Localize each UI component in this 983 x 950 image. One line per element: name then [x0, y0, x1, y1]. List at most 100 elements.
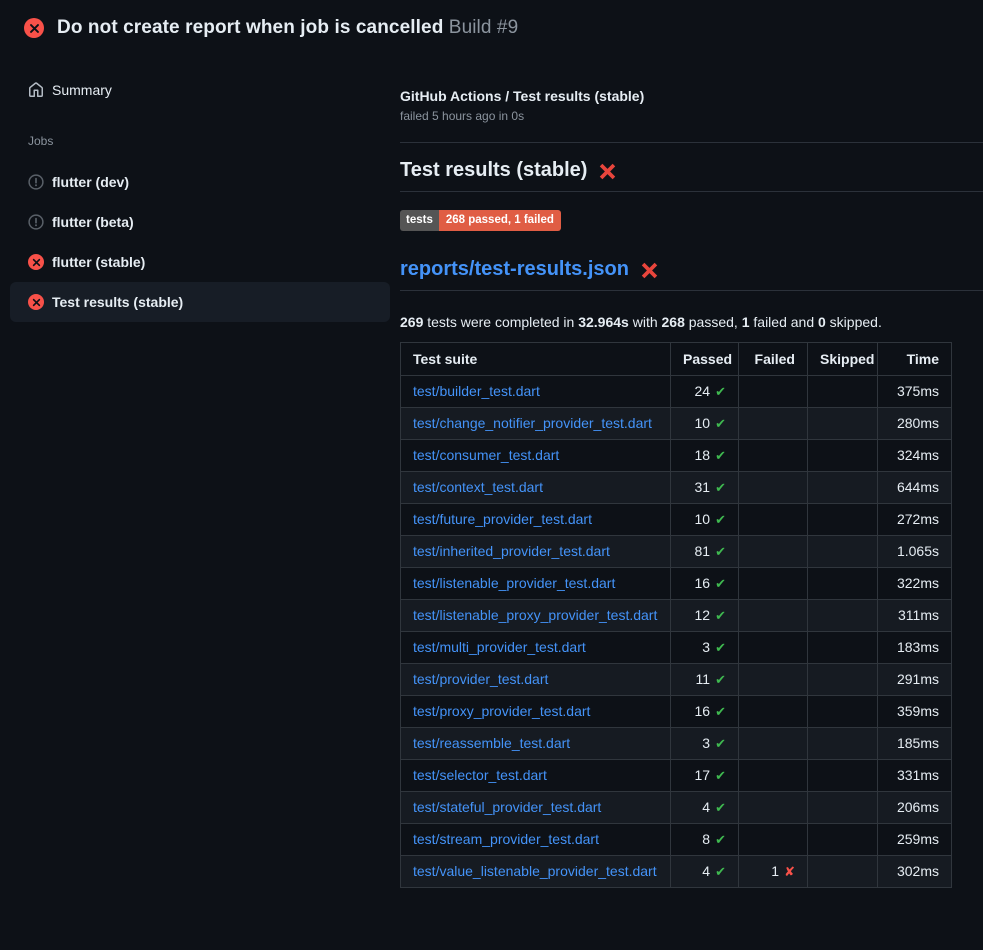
table-row: test/value_listenable_provider_test.dart… — [401, 855, 952, 887]
passed-cell: 10✔ — [671, 503, 739, 535]
time-cell: 311ms — [878, 599, 952, 631]
time-cell: 322ms — [878, 567, 952, 599]
time-cell: 1.065s — [878, 535, 952, 567]
failed-cell — [739, 695, 808, 727]
report-file-link[interactable]: reports/test-results.json — [400, 258, 629, 281]
skipped-cell — [808, 855, 878, 887]
jobs-section-label: Jobs — [0, 134, 400, 148]
sidebar: Summary Jobs flutter (dev) flutter (beta)… — [0, 56, 400, 322]
test-suite-link[interactable]: test/listenable_proxy_provider_test.dart — [413, 607, 657, 623]
app-root: Do not create report when job is cancell… — [0, 0, 983, 888]
time-cell: 183ms — [878, 631, 952, 663]
cross-mark-icon — [640, 261, 659, 280]
time-cell: 185ms — [878, 727, 952, 759]
test-suite-link[interactable]: test/listenable_provider_test.dart — [413, 575, 615, 591]
badge-label: tests — [400, 210, 439, 231]
page-title: Do not create report when job is cancell… — [57, 17, 518, 39]
failed-cell — [739, 823, 808, 855]
test-suite-link[interactable]: test/future_provider_test.dart — [413, 511, 592, 527]
sidebar-item-flutter-stable[interactable]: flutter (stable) — [10, 242, 390, 282]
failed-cell — [739, 503, 808, 535]
check-mark-icon: ✔ — [715, 608, 726, 623]
table-row: test/proxy_provider_test.dart16✔359ms — [401, 695, 952, 727]
table-header-row: Test suite Passed Failed Skipped Time — [401, 342, 952, 375]
suite-cell: test/stream_provider_test.dart — [401, 823, 671, 855]
check-mark-icon: ✔ — [715, 832, 726, 847]
run-name: Do not create report when job is cancell… — [57, 17, 443, 38]
column-header-failed: Failed — [739, 342, 808, 375]
time-cell: 359ms — [878, 695, 952, 727]
suite-cell: test/inherited_provider_test.dart — [401, 535, 671, 567]
check-mark-icon: ✔ — [715, 736, 726, 751]
test-suite-link[interactable]: test/consumer_test.dart — [413, 447, 559, 463]
test-suite-link[interactable]: test/provider_test.dart — [413, 671, 548, 687]
sidebar-item-flutter-dev[interactable]: flutter (dev) — [10, 162, 390, 202]
check-mark-icon: ✔ — [715, 544, 726, 559]
suite-cell: test/context_test.dart — [401, 471, 671, 503]
table-row: test/reassemble_test.dart3✔185ms — [401, 727, 952, 759]
test-suite-link[interactable]: test/builder_test.dart — [413, 383, 540, 399]
time-cell: 280ms — [878, 407, 952, 439]
test-suite-link[interactable]: test/proxy_provider_test.dart — [413, 703, 590, 719]
time-cell: 375ms — [878, 375, 952, 407]
section-heading: Test results (stable) — [400, 159, 983, 192]
sidebar-item-test-results-stable[interactable]: Test results (stable) — [10, 282, 390, 322]
check-mark-icon: ✔ — [715, 800, 726, 815]
check-mark-icon: ✔ — [715, 768, 726, 783]
table-row: test/inherited_provider_test.dart81✔1.06… — [401, 535, 952, 567]
suite-cell: test/provider_test.dart — [401, 663, 671, 695]
time-cell: 272ms — [878, 503, 952, 535]
check-mark-icon: ✔ — [715, 416, 726, 431]
passed-cell: 3✔ — [671, 631, 739, 663]
sidebar-item-flutter-beta[interactable]: flutter (beta) — [10, 202, 390, 242]
time-cell: 206ms — [878, 791, 952, 823]
check-run-status-text: failed 5 hours ago in 0s — [400, 109, 983, 123]
test-results-table: Test suite Passed Failed Skipped Time te… — [400, 342, 952, 888]
skipped-cell — [808, 823, 878, 855]
time-cell: 291ms — [878, 663, 952, 695]
build-number: Build #9 — [449, 17, 518, 38]
suite-cell: test/proxy_provider_test.dart — [401, 695, 671, 727]
test-suite-link[interactable]: test/multi_provider_test.dart — [413, 639, 586, 655]
suite-cell: test/future_provider_test.dart — [401, 503, 671, 535]
sidebar-item-label: flutter (dev) — [52, 174, 129, 190]
alert-circle-icon — [28, 174, 44, 190]
table-row: test/consumer_test.dart18✔324ms — [401, 439, 952, 471]
table-row: test/multi_provider_test.dart 3✔ 183ms — [401, 631, 952, 663]
column-header-passed: Passed — [671, 342, 739, 375]
test-suite-link[interactable]: test/value_listenable_provider_test.dart — [413, 863, 657, 879]
table-row: test/future_provider_test.dart 10✔ 272ms — [401, 503, 952, 535]
test-suite-link[interactable]: test/stateful_provider_test.dart — [413, 799, 601, 815]
failed-cell — [739, 567, 808, 599]
x-mark-icon: ✘ — [784, 864, 795, 879]
passed-cell: 24✔ — [671, 375, 739, 407]
table-row: test/builder_test.dart 24✔ 375ms — [401, 375, 952, 407]
column-header-time: Time — [878, 342, 952, 375]
sidebar-item-summary[interactable]: Summary — [10, 70, 390, 110]
skipped-cell — [808, 663, 878, 695]
suite-cell: test/builder_test.dart — [401, 375, 671, 407]
check-mark-icon: ✔ — [715, 704, 726, 719]
failed-cell — [739, 791, 808, 823]
skipped-cell — [808, 727, 878, 759]
test-suite-link[interactable]: test/inherited_provider_test.dart — [413, 543, 610, 559]
check-mark-icon: ✔ — [715, 576, 726, 591]
test-suite-link[interactable]: test/selector_test.dart — [413, 767, 547, 783]
test-suite-link[interactable]: test/stream_provider_test.dart — [413, 831, 599, 847]
skipped-cell — [808, 439, 878, 471]
test-suite-link[interactable]: test/change_notifier_provider_test.dart — [413, 415, 652, 431]
table-row: test/change_notifier_provider_test.dart1… — [401, 407, 952, 439]
x-circle-fill-icon — [28, 254, 44, 270]
passed-cell: 12✔ — [671, 599, 739, 631]
x-circle-fill-icon — [28, 294, 44, 310]
x-circle-fill-icon — [24, 18, 44, 38]
table-row: test/listenable_provider_test.dart16✔322… — [401, 567, 952, 599]
table-row: test/listenable_proxy_provider_test.dart… — [401, 599, 952, 631]
tests-summary-text: 269 tests were completed in 32.964s with… — [400, 314, 983, 330]
time-cell: 259ms — [878, 823, 952, 855]
workflow-run-header: Do not create report when job is cancell… — [0, 0, 983, 56]
test-suite-link[interactable]: test/context_test.dart — [413, 479, 543, 495]
time-cell: 331ms — [878, 759, 952, 791]
test-suite-link[interactable]: test/reassemble_test.dart — [413, 735, 570, 751]
passed-cell: 4✔ — [671, 855, 739, 887]
